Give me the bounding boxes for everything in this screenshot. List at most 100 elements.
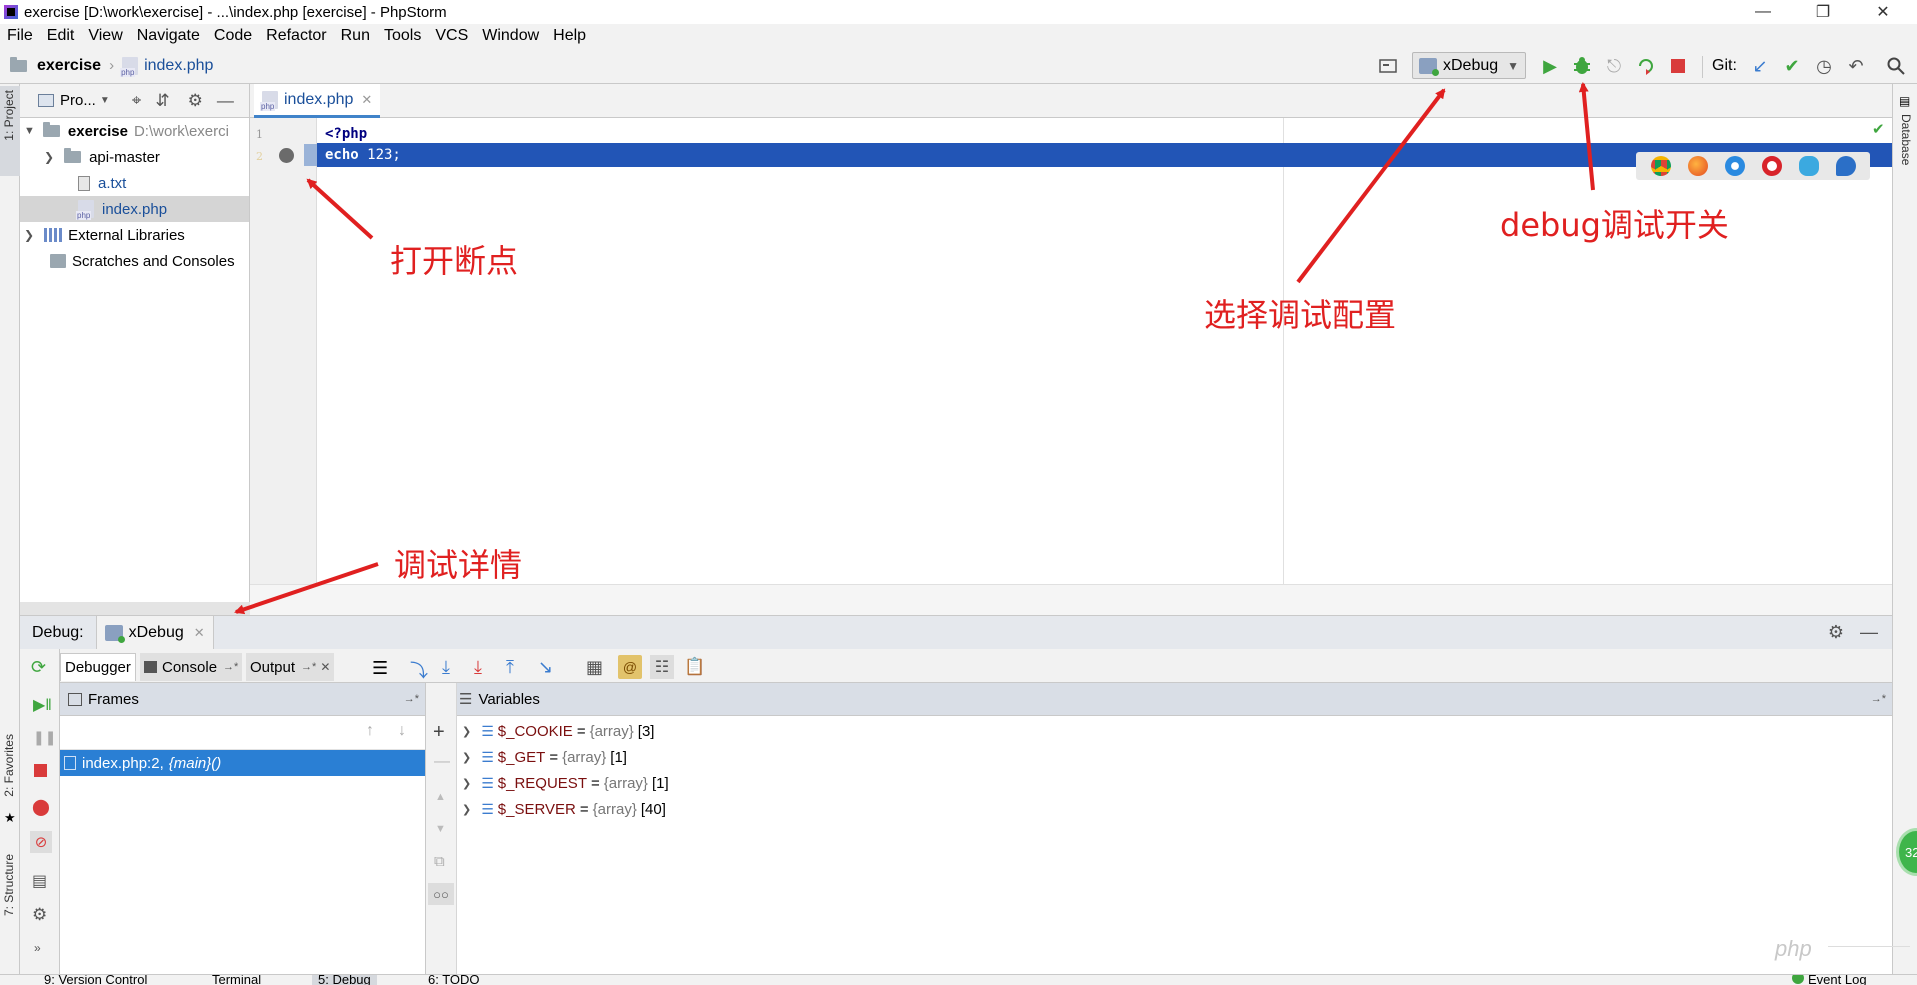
- force-step-into-icon[interactable]: ⤓: [474, 657, 482, 678]
- menu-refactor[interactable]: Refactor: [259, 27, 333, 45]
- git-history-icon[interactable]: ◷: [1814, 56, 1834, 76]
- arrow-down-icon[interactable]: ↓: [398, 722, 406, 740]
- variable-row[interactable]: ❯ ☰ $_REQUEST = {array} [1]: [462, 772, 669, 794]
- gear-icon[interactable]: ⚙: [32, 905, 47, 925]
- show-execution-point-icon[interactable]: ☰: [372, 658, 388, 679]
- coverage-icon[interactable]: ⎋: [1604, 56, 1624, 76]
- menu-vcs[interactable]: VCS: [428, 27, 475, 45]
- safari-icon[interactable]: [1724, 156, 1745, 176]
- pin-panel-icon[interactable]: →*: [1871, 693, 1886, 705]
- step-into-icon[interactable]: ⤓: [442, 657, 450, 678]
- tab-console[interactable]: Console →*: [140, 653, 243, 681]
- git-update-icon[interactable]: ↙: [1750, 56, 1770, 76]
- rerun-icon[interactable]: ⟳: [31, 657, 46, 678]
- editor-gutter[interactable]: [250, 118, 317, 584]
- breakpoint-icon[interactable]: [279, 148, 294, 163]
- rerun-icon[interactable]: [1636, 56, 1656, 76]
- menu-help[interactable]: Help: [546, 27, 593, 45]
- step-out-icon[interactable]: ⤒: [506, 657, 514, 678]
- tree-item-index-php[interactable]: index.php: [20, 196, 249, 222]
- pin-tab-icon[interactable]: →*: [301, 661, 316, 673]
- close-button[interactable]: ✕: [1860, 0, 1906, 24]
- maximize-button[interactable]: ❐: [1800, 0, 1846, 24]
- project-panel-scrollbar[interactable]: [20, 602, 250, 615]
- code-editor[interactable]: [250, 118, 1892, 584]
- tree-item-external-libraries[interactable]: ❯ External Libraries: [24, 222, 185, 248]
- move-up-icon[interactable]: ▲: [435, 791, 446, 803]
- add-watch-icon[interactable]: +: [433, 721, 445, 744]
- clipboard-icon[interactable]: 📋: [684, 657, 705, 677]
- variable-row[interactable]: ❯ ☰ $_COOKIE = {array} [3]: [462, 720, 654, 742]
- run-config-dropdown[interactable]: xDebug ▼: [1412, 52, 1526, 79]
- inspection-ok-icon[interactable]: ✔: [1872, 120, 1885, 138]
- ie-icon[interactable]: [1798, 156, 1819, 176]
- run-icon[interactable]: ▶: [1540, 56, 1560, 76]
- more-icon[interactable]: »: [34, 941, 41, 955]
- pause-icon[interactable]: ❚❚: [33, 729, 56, 746]
- remove-watch-icon[interactable]: —: [434, 753, 450, 771]
- mute-breakpoints-icon[interactable]: ⊘: [30, 831, 52, 853]
- tree-item-scratches[interactable]: Scratches and Consoles: [50, 248, 235, 274]
- pin-panel-icon[interactable]: →*: [404, 693, 419, 705]
- firefox-icon[interactable]: [1687, 156, 1708, 176]
- view-breakpoints-icon[interactable]: ⬤: [32, 797, 50, 817]
- frame-item[interactable]: index.php:2, {main}(): [60, 750, 425, 776]
- menu-navigate[interactable]: Navigate: [130, 27, 207, 45]
- tree-item-api-master[interactable]: ❯ api-master: [44, 144, 160, 170]
- edge-icon[interactable]: [1835, 156, 1856, 176]
- layout-icon[interactable]: ▤: [32, 871, 47, 891]
- menu-file[interactable]: File: [0, 27, 40, 45]
- resume-icon[interactable]: ▶‖: [33, 695, 52, 715]
- collapse-all-icon[interactable]: ⇵: [155, 91, 169, 111]
- project-view-selector[interactable]: Pro...: [60, 92, 96, 109]
- move-down-icon[interactable]: ▼: [435, 823, 446, 835]
- opera-icon[interactable]: [1761, 156, 1782, 176]
- tab-debugger[interactable]: Debugger: [60, 653, 136, 681]
- git-revert-icon[interactable]: ↶: [1846, 56, 1866, 76]
- copy-icon[interactable]: ⧉: [434, 853, 445, 870]
- variable-row[interactable]: ❯ ☰ $_GET = {array} [1]: [462, 746, 627, 768]
- close-tab-icon[interactable]: ✕: [361, 92, 372, 108]
- editor-scrollbar-area[interactable]: [250, 584, 1892, 615]
- close-tab-icon[interactable]: ✕: [320, 660, 330, 674]
- listen-connections-icon[interactable]: ☷: [650, 655, 674, 679]
- stop-icon[interactable]: [1668, 56, 1688, 76]
- status-terminal[interactable]: Terminal: [212, 975, 261, 985]
- tree-item-a-txt[interactable]: a.txt: [78, 170, 126, 196]
- chrome-icon[interactable]: [1650, 156, 1671, 176]
- break-at-first-line-icon[interactable]: @: [618, 655, 642, 679]
- status-todo[interactable]: 6: TODO: [428, 975, 480, 985]
- breadcrumb-project[interactable]: exercise: [37, 57, 101, 75]
- run-to-cursor-icon[interactable]: ↘: [538, 657, 553, 678]
- project-tool-tab[interactable]: 1: Project: [0, 86, 20, 176]
- arrow-up-icon[interactable]: ↑: [366, 722, 374, 740]
- menu-window[interactable]: Window: [475, 27, 546, 45]
- status-debug[interactable]: 5: Debug: [312, 975, 377, 985]
- locate-target-icon[interactable]: ⌖: [132, 91, 142, 111]
- close-tab-icon[interactable]: ✕: [194, 625, 205, 641]
- debug-session-tab[interactable]: xDebug ✕: [95, 615, 214, 650]
- evaluate-expression-icon[interactable]: ▦: [586, 657, 603, 678]
- menu-edit[interactable]: Edit: [40, 27, 82, 45]
- pin-tab-icon[interactable]: →*: [223, 661, 238, 673]
- menu-view[interactable]: View: [81, 27, 129, 45]
- tab-index-php[interactable]: index.php ✕: [254, 84, 381, 118]
- gear-icon[interactable]: ⚙: [188, 91, 203, 111]
- hide-panel-icon[interactable]: —: [1860, 622, 1878, 643]
- git-commit-icon[interactable]: ✔: [1782, 56, 1802, 76]
- menu-code[interactable]: Code: [207, 27, 259, 45]
- menu-tools[interactable]: Tools: [377, 27, 428, 45]
- step-over-icon[interactable]: ⤵: [410, 657, 428, 683]
- status-event-log[interactable]: Event Log: [1808, 975, 1867, 985]
- tab-output[interactable]: Output →* ✕: [246, 653, 335, 681]
- hide-panel-icon[interactable]: —: [217, 91, 234, 111]
- variable-row[interactable]: ❯ ☰ $_SERVER = {array} [40]: [462, 798, 666, 820]
- breadcrumb-file[interactable]: index.php: [144, 57, 213, 75]
- gear-icon[interactable]: ⚙: [1828, 622, 1844, 643]
- database-tool-label[interactable]: Database: [1899, 114, 1913, 165]
- stop-icon[interactable]: [34, 764, 47, 777]
- structure-tool-label[interactable]: 7: Structure: [2, 854, 16, 916]
- run-anything-icon[interactable]: [1378, 56, 1398, 76]
- tree-item-exercise[interactable]: ▼ exercise D:\work\exerci: [20, 118, 249, 144]
- search-icon[interactable]: [1886, 56, 1906, 76]
